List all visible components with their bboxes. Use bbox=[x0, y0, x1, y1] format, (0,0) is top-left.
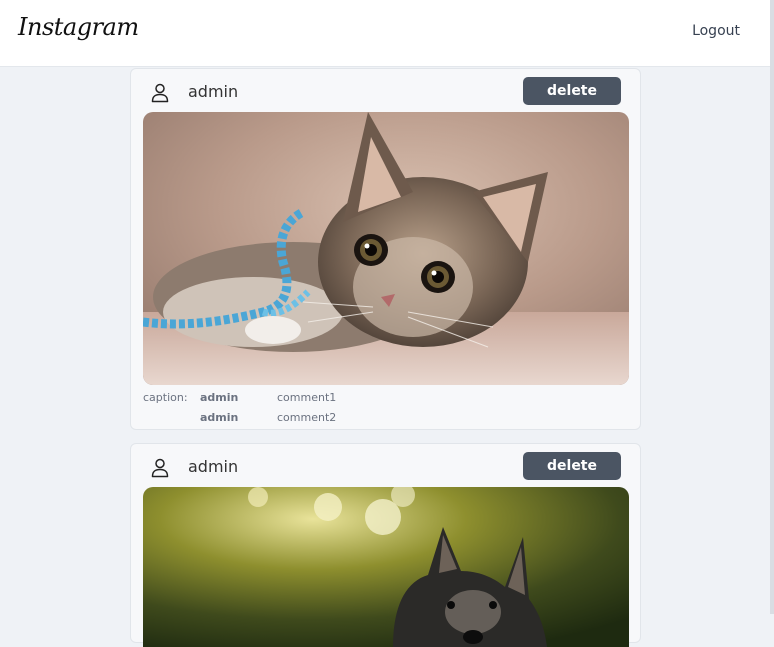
delete-button[interactable]: delete bbox=[523, 452, 621, 480]
post-card: admin delete bbox=[130, 443, 641, 647]
post-image-kitten bbox=[143, 112, 629, 385]
post-username[interactable]: admin bbox=[188, 82, 238, 101]
top-navbar: Instagram Logout bbox=[0, 0, 774, 67]
post-username[interactable]: admin bbox=[188, 457, 238, 476]
caption-label: caption: bbox=[143, 391, 188, 404]
comment-text: comment1 bbox=[277, 391, 337, 404]
user-icon bbox=[151, 458, 169, 478]
post-header: admin delete bbox=[131, 69, 640, 113]
comment-username[interactable]: admin bbox=[200, 391, 238, 404]
user-icon bbox=[151, 83, 169, 103]
delete-button[interactable]: delete bbox=[523, 77, 621, 105]
post-image-dog bbox=[143, 487, 629, 647]
scrollbar[interactable] bbox=[770, 0, 774, 614]
brand-logo[interactable]: Instagram bbox=[18, 13, 139, 41]
comment-text: comment2 bbox=[277, 411, 337, 424]
post-card: admin delete bbox=[130, 68, 641, 430]
comment-username[interactable]: admin bbox=[200, 411, 238, 424]
post-header: admin delete bbox=[131, 444, 640, 488]
logout-button[interactable]: Logout bbox=[692, 23, 740, 39]
